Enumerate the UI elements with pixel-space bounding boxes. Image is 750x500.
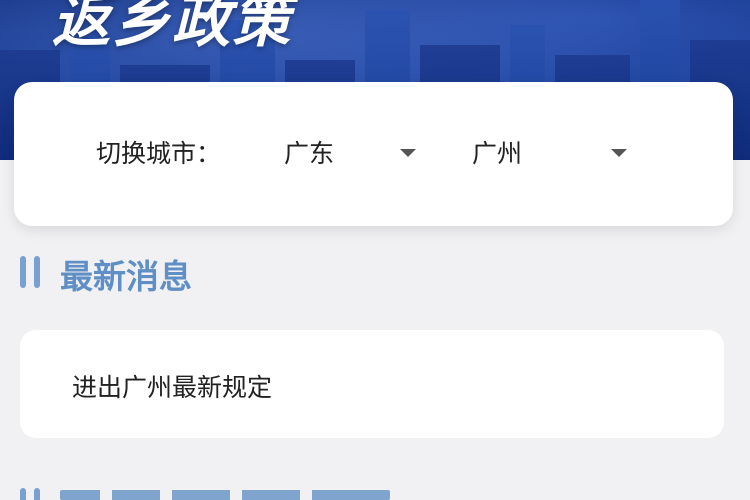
section-title: 最新消息	[60, 257, 192, 296]
next-section-header-cutoff	[20, 488, 440, 500]
caret-down-icon	[611, 149, 627, 157]
news-item[interactable]: 进出广州最新规定	[20, 330, 724, 438]
news-item-title: 进出广州最新规定	[72, 373, 273, 402]
city-selector-card: 切换城市： 广东 广州	[14, 82, 733, 226]
double-bar-icon	[34, 256, 40, 288]
city-dropdown[interactable]: 广州	[472, 134, 642, 168]
double-bar-icon	[34, 488, 40, 500]
city-value: 广州	[472, 139, 523, 168]
banner-title: 返乡政策	[52, 0, 293, 55]
province-dropdown[interactable]: 广东	[284, 134, 419, 168]
province-value: 广东	[284, 139, 335, 168]
double-bar-icon	[20, 488, 26, 500]
double-bar-icon	[20, 256, 26, 288]
section-title-cutoff	[60, 490, 390, 500]
switch-city-label: 切换城市：	[96, 139, 222, 168]
caret-down-icon	[400, 149, 416, 157]
